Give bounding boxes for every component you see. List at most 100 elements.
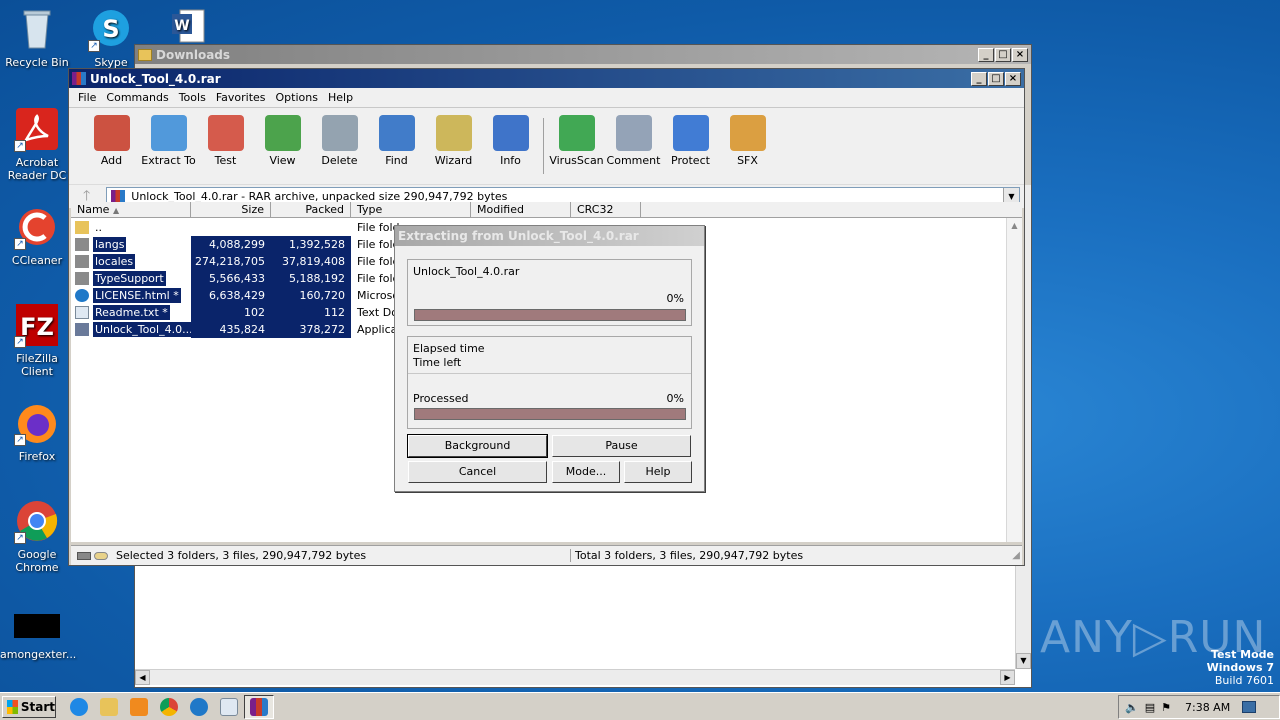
toolbar-button-delete[interactable]: Delete: [311, 112, 368, 167]
taskbar-winrar[interactable]: [244, 694, 274, 719]
column-packed[interactable]: Packed: [271, 202, 351, 217]
comment-icon: [615, 115, 652, 151]
desktop-icon-ccleaner[interactable]: ↗ CCleaner: [0, 204, 74, 267]
toolbar-button-protect[interactable]: Protect: [662, 112, 719, 167]
edge-document-icon: [75, 289, 89, 302]
clock[interactable]: 7:38 AM: [1185, 701, 1230, 714]
desktop-icon-recycle-bin[interactable]: Recycle Bin: [0, 6, 74, 69]
column-size[interactable]: Size: [191, 202, 271, 217]
desktop-icon-chrome[interactable]: ↗ Google Chrome: [0, 498, 74, 574]
mode-button[interactable]: Mode...: [552, 461, 620, 483]
toolbar-button-wizard[interactable]: Wizard: [425, 112, 482, 167]
menu-tools[interactable]: Tools: [174, 91, 211, 104]
folder-icon: [75, 272, 89, 285]
row-name-text: langs: [93, 237, 127, 252]
minimize-button[interactable]: _: [978, 47, 994, 62]
downloads-content: [135, 555, 1031, 687]
column-modified[interactable]: Modified: [471, 202, 571, 217]
scroll-down-arrow-icon[interactable]: ▼: [1016, 653, 1031, 669]
taskbar-notepad[interactable]: [214, 695, 244, 719]
help-button[interactable]: Help: [624, 461, 692, 483]
toolbar-button-find[interactable]: Find: [368, 112, 425, 167]
file-progress-group: Unlock_Tool_4.0.rar 0%: [407, 259, 692, 326]
shortcut-arrow-icon: ↗: [88, 40, 100, 52]
maximize-button[interactable]: □: [988, 71, 1004, 86]
close-button[interactable]: ×: [1012, 47, 1028, 62]
sort-ascending-icon: ▲: [112, 206, 120, 215]
menu-commands[interactable]: Commands: [101, 91, 173, 104]
menu-favorites[interactable]: Favorites: [211, 91, 271, 104]
winrar-icon: [250, 697, 268, 716]
shield-icon: [672, 115, 709, 151]
extract-dialog[interactable]: Extracting from Unlock_Tool_4.0.rar Unlo…: [394, 225, 705, 492]
taskbar-media-player[interactable]: [124, 695, 154, 719]
minimize-button[interactable]: _: [971, 71, 987, 86]
menu-help[interactable]: Help: [323, 91, 358, 104]
scroll-left-arrow-icon[interactable]: ◀: [135, 670, 150, 685]
toolbar-button-label: Protect: [671, 154, 710, 167]
network-icon[interactable]: ▤: [1145, 701, 1155, 714]
menu-options[interactable]: Options: [271, 91, 323, 104]
status-selected: Selected 3 folders, 3 files, 290,947,792…: [116, 549, 571, 562]
toolbar-button-virusscan[interactable]: VirusScan: [548, 112, 605, 167]
toolbar-button-add[interactable]: Add: [83, 112, 140, 167]
cell-packed: 112: [271, 304, 351, 321]
downloads-bottom-scrollbar[interactable]: ◀ ▶: [135, 669, 1015, 685]
column-type[interactable]: Type: [351, 202, 471, 217]
taskbar-edge[interactable]: [184, 695, 214, 719]
show-desktop-icon[interactable]: [1242, 701, 1257, 713]
maximize-button[interactable]: □: [995, 47, 1011, 62]
status-bar: Selected 3 folders, 3 files, 290,947,792…: [71, 545, 1022, 565]
desktop-icon-acrobat[interactable]: ↗ Acrobat Reader DC: [0, 106, 74, 182]
desktop-icon-amongexter[interactable]: amongexter...: [0, 614, 77, 661]
start-button[interactable]: Start: [2, 695, 56, 718]
scroll-right-arrow-icon[interactable]: ▶: [1000, 670, 1015, 685]
row-name-text: TypeSupport: [93, 271, 166, 286]
recycle-bin-icon: [14, 6, 60, 52]
scroll-up-arrow-icon[interactable]: ▲: [1007, 218, 1022, 234]
toolbar-button-comment[interactable]: Comment: [605, 112, 662, 167]
toolbar-button-sfx[interactable]: SFX: [719, 112, 776, 167]
toolbar-button-view[interactable]: View: [254, 112, 311, 167]
action-center-flag-icon[interactable]: ⚑: [1161, 701, 1171, 714]
desktop-icon-label: Acrobat Reader DC: [7, 156, 67, 182]
file-progress-bar: [414, 309, 686, 321]
toolbar-button-test[interactable]: Test: [197, 112, 254, 167]
winrar-titlebar[interactable]: Unlock_Tool_4.0.rar _ □ ×: [69, 69, 1024, 88]
cell-size: 435,824: [191, 321, 271, 338]
wand-icon: [435, 115, 472, 151]
resize-grip-icon[interactable]: ◢: [1012, 550, 1020, 561]
taskbar-internet-explorer[interactable]: [64, 695, 94, 719]
extract-dialog-title: Extracting from Unlock_Tool_4.0.rar: [398, 229, 639, 243]
media-player-icon: [130, 697, 148, 716]
downloads-titlebar[interactable]: Downloads _ □ ×: [135, 45, 1031, 64]
cell-name: Unlock_Tool_4.0....: [71, 322, 191, 337]
background-button[interactable]: Background: [407, 434, 548, 458]
chrome-icon: [160, 697, 178, 716]
test-mode-line1: Test Mode: [1211, 648, 1274, 661]
cell-name: LICENSE.html *: [71, 288, 191, 303]
column-crc32[interactable]: CRC32: [571, 202, 641, 217]
taskbar-chrome[interactable]: [154, 695, 184, 719]
taskbar-explorer[interactable]: [94, 695, 124, 719]
desktop-icon-filezilla[interactable]: FZ ↗ FileZilla Client: [0, 302, 74, 378]
menu-file[interactable]: File: [73, 91, 101, 104]
desktop-icon-label: amongexter...: [0, 648, 77, 661]
column-name[interactable]: Name ▲: [71, 202, 191, 217]
cell-packed: 37,819,408: [271, 253, 351, 270]
shortcut-arrow-icon: ↗: [14, 532, 26, 544]
close-button[interactable]: ×: [1005, 71, 1021, 86]
processed-label: Processed: [413, 392, 469, 405]
volume-icon[interactable]: 🔈: [1125, 701, 1139, 714]
desktop-icon-firefox[interactable]: ↗ Firefox: [0, 400, 74, 463]
toolbar-button-info[interactable]: Info: [482, 112, 539, 167]
toolbar-button-extract-to[interactable]: Extract To: [140, 112, 197, 167]
list-scrollbar[interactable]: ▲: [1006, 218, 1022, 542]
cell-size: 274,218,705: [191, 253, 271, 270]
folder-icon: [100, 697, 118, 716]
view-book-icon: [264, 115, 301, 151]
extract-dialog-titlebar[interactable]: Extracting from Unlock_Tool_4.0.rar: [395, 226, 704, 246]
pause-button[interactable]: Pause: [552, 435, 691, 457]
shortcut-arrow-icon: ↗: [14, 434, 26, 446]
cancel-button[interactable]: Cancel: [408, 461, 547, 483]
